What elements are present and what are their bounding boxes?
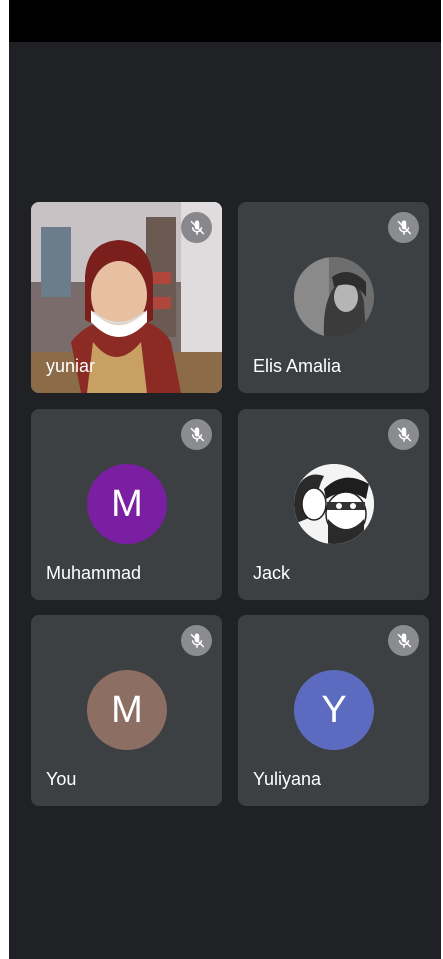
mic-off-icon xyxy=(181,212,212,243)
mic-off-icon xyxy=(181,625,212,656)
participant-name: yuniar xyxy=(46,356,96,376)
avatar: M xyxy=(87,670,167,750)
avatar-initial: M xyxy=(111,483,143,525)
avatar xyxy=(294,257,374,337)
mic-off-icon xyxy=(388,625,419,656)
mic-off-icon xyxy=(181,419,212,450)
status-bar xyxy=(9,0,441,42)
participant-name: You xyxy=(46,769,77,789)
avatar-initial: Y xyxy=(321,689,347,731)
participant-tile-yuniar[interactable]: yuniar xyxy=(31,202,222,393)
participant-tile-elis-amalia[interactable]: Elis Amalia xyxy=(238,202,429,393)
participant-name: Muhammad xyxy=(46,563,142,583)
mic-off-icon xyxy=(388,212,419,243)
participant-name: Yuliyana xyxy=(253,769,322,789)
participant-name: Elis Amalia xyxy=(253,356,342,376)
participant-tile-jack[interactable]: Jack xyxy=(238,409,429,600)
meeting-screen: yuniar Elis Amalia M Muhammad Jack M You… xyxy=(9,0,441,959)
avatar-initial: M xyxy=(111,689,143,731)
participant-tile-you[interactable]: M You xyxy=(31,615,222,806)
avatar: Y xyxy=(294,670,374,750)
avatar xyxy=(294,464,374,544)
avatar: M xyxy=(87,464,167,544)
participant-tile-muhammad[interactable]: M Muhammad xyxy=(31,409,222,600)
participant-tile-yuliyana[interactable]: Y Yuliyana xyxy=(238,615,429,806)
participant-name: Jack xyxy=(253,563,291,583)
mic-off-icon xyxy=(388,419,419,450)
